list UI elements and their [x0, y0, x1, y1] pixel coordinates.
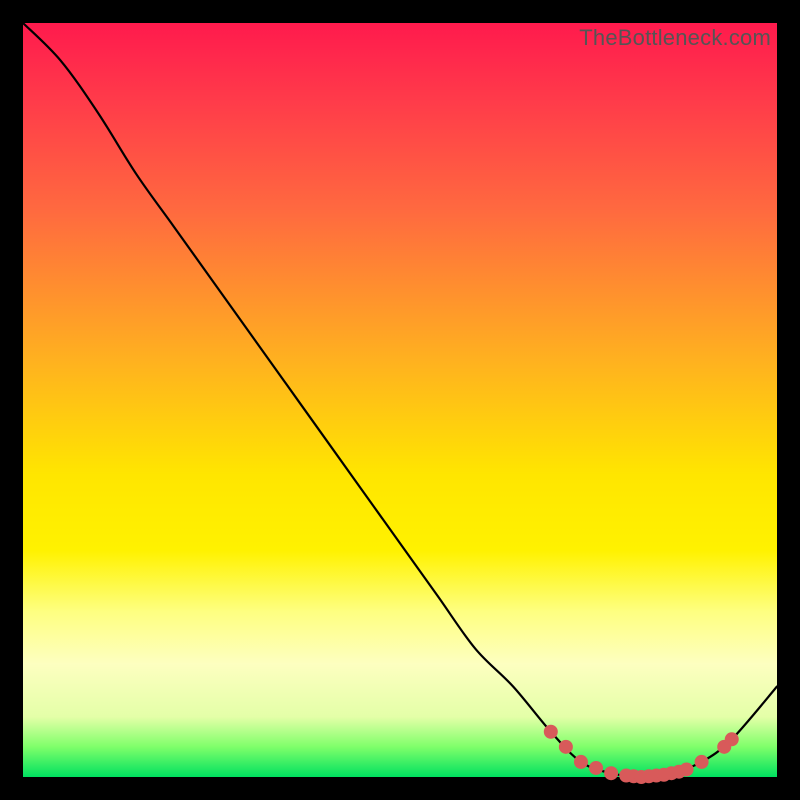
highlight-dot [725, 732, 739, 746]
highlight-dot [680, 762, 694, 776]
gradient-plot-area: TheBottleneck.com [23, 23, 777, 777]
highlight-dot [544, 725, 558, 739]
highlight-dot [695, 755, 709, 769]
highlight-dot [574, 755, 588, 769]
highlight-dot [589, 761, 603, 775]
curve-layer [23, 23, 777, 777]
highlight-dot [604, 766, 618, 780]
highlight-dot [559, 740, 573, 754]
chart-stage: TheBottleneck.com [0, 0, 800, 800]
bottleneck-curve [23, 23, 777, 777]
